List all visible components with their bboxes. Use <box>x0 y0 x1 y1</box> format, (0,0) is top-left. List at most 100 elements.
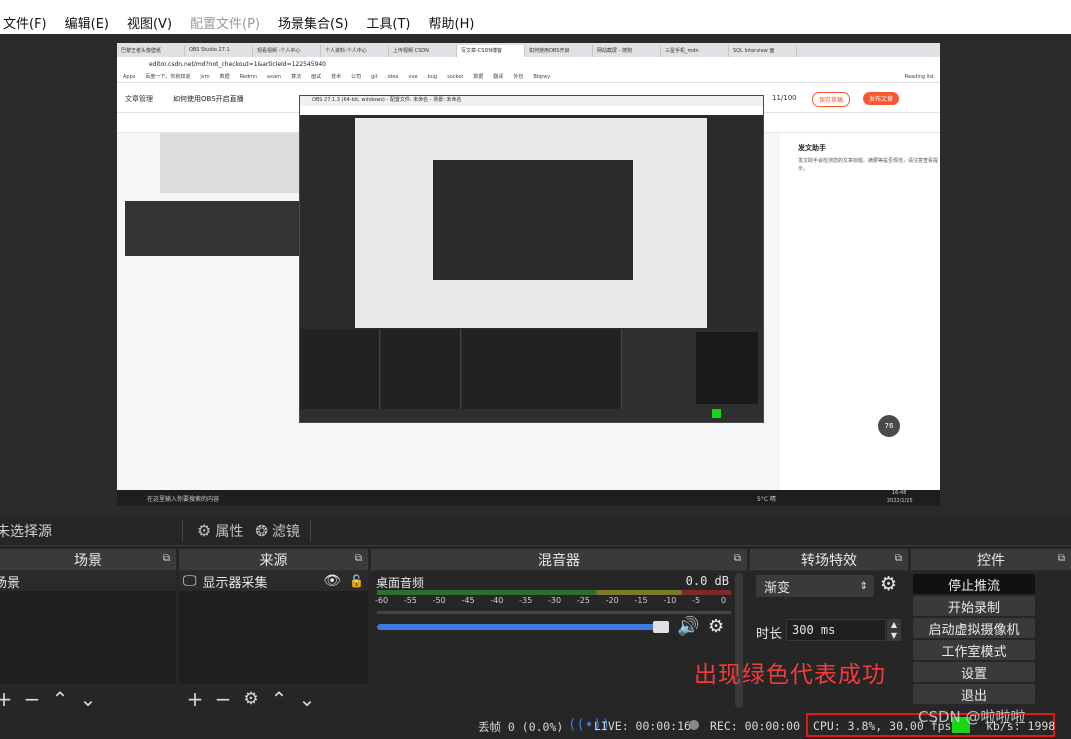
virtual-camera-button[interactable]: 启动虚拟摄像机 <box>913 618 1035 638</box>
browser-tab: 上传视频 CSDN <box>389 45 457 57</box>
move-down-icon[interactable]: ⌄ <box>78 687 98 711</box>
nested-stream-indicator <box>712 409 721 418</box>
browser-tab: OBS Studio 27.1 <box>185 45 253 57</box>
meter-tick-label: -50 <box>432 596 446 605</box>
scene-item[interactable]: 场景 <box>0 571 176 591</box>
menu-view[interactable]: 视图(V) <box>118 13 181 32</box>
remove-scene-button[interactable]: − <box>22 687 42 711</box>
select-arrows-icon: ⇕ <box>859 580 868 592</box>
move-up-icon[interactable]: ⌃ <box>50 687 70 711</box>
menu-scene-collection[interactable]: 场景集合(S) <box>269 13 357 32</box>
bookmark: 翻译 <box>493 74 504 80</box>
scenes-dock: 场景 ⧉ 场景 + − ⌃ ⌄ <box>0 549 176 714</box>
rec-time: REC: 00:00:00 <box>710 719 801 733</box>
taskbar-time: 16:48 <box>892 490 907 496</box>
browser-tab-active: 写文章-CSDN博客 <box>457 45 525 57</box>
browser-tab: 网站截屏 - 搜狗 <box>593 45 661 57</box>
browser-tab: 个人资料-个人中心 <box>321 45 389 57</box>
browser-tab: 观看视频 -个人中心 <box>253 45 321 57</box>
bookmark: socket <box>447 73 464 80</box>
bookmark: 数据 <box>219 74 230 80</box>
duration-input[interactable]: 300 ms <box>786 619 886 641</box>
volume-slider-handle[interactable] <box>653 621 669 633</box>
windows-taskbar: 在这里输入你要搜索的内容 5°C 晴 16:48 2022/1/25 <box>117 490 940 506</box>
source-item[interactable]: 🖵 显示器采集 👁 🔓 <box>179 571 368 591</box>
filters-button[interactable]: ❂ 滤镜 <box>249 518 306 544</box>
float-dock-icon[interactable]: ⧉ <box>1058 553 1065 564</box>
duration-label: 时长 <box>756 627 783 642</box>
volume-slider-track[interactable] <box>377 624 667 630</box>
meter-tick-label: -45 <box>461 596 475 605</box>
save-draft-button: 保存草稿 <box>812 92 851 107</box>
mixer-dock-header: 混音器 ⧉ <box>371 549 747 571</box>
nested-screenshot <box>160 133 300 193</box>
menu-file[interactable]: 文件(F) <box>0 13 56 32</box>
mixer-body: 桌面音频 0.0 dB -60 -55 -50 -45 -40 -35 -30 -25 -20-… <box>371 571 747 714</box>
float-dock-icon[interactable]: ⧉ <box>895 553 902 564</box>
track-name: 桌面音频 <box>376 576 425 590</box>
meter-ticks: -60 -55 -50 -45 -40 -35 -30 -25 -20 -15 -10 -5 0 <box>371 596 741 608</box>
rec-dot-icon <box>689 720 699 730</box>
taskbar-search: 在这里输入你要搜索的内容 <box>147 496 220 503</box>
add-source-button[interactable]: + <box>185 687 205 711</box>
menu-bar: 文件(F) 编辑(E) 视图(V) 配置文件(P) 场景集合(S) 工具(T) … <box>0 10 1071 34</box>
menu-tools[interactable]: 工具(T) <box>357 13 419 32</box>
duration-stepper[interactable]: ▲ ▼ <box>887 619 901 641</box>
meter-tick-label: -15 <box>634 596 648 605</box>
bookmark: 面试 <box>311 74 322 80</box>
settings-button[interactable]: 设置 <box>913 662 1035 682</box>
browser-address-bar: editor.csdn.net/md?not_checkout=1&articl… <box>117 57 940 71</box>
properties-button[interactable]: ⚙ 属性 <box>191 518 249 544</box>
sources-dock: 来源 ⧉ 🖵 显示器采集 👁 🔓 + − ⚙ ⌃ ⌄ <box>179 549 368 714</box>
menu-edit[interactable]: 编辑(E) <box>56 13 118 32</box>
nested-obs-docks <box>300 329 763 421</box>
move-up-icon[interactable]: ⌃ <box>269 687 289 711</box>
publish-button: 发布文章 <box>863 92 900 105</box>
start-recording-button[interactable]: 开始录制 <box>913 596 1035 616</box>
browser-tab: 如何使用OBS开启 <box>525 45 593 57</box>
word-count: 11/100 <box>772 94 797 102</box>
studio-mode-button[interactable]: 工作室模式 <box>913 640 1035 660</box>
nested-controls-dock <box>696 332 758 404</box>
move-down-icon[interactable]: ⌄ <box>297 687 317 711</box>
speaker-icon[interactable]: 🔊 <box>677 616 699 637</box>
browser-bookmarks: Apps 百度一下，你就知道 jvm 数据 Redmn exam 算法 面试 技… <box>117 71 940 83</box>
watermark: CSDN @啦啦啦 <box>918 708 1026 726</box>
add-scene-button[interactable]: + <box>0 687 14 711</box>
mixer-dock: 混音器 ⧉ 桌面音频 0.0 dB -60 -55 -50 -45 -40 -35 -30-… <box>371 549 747 714</box>
transitions-body: 渐变 ⇕ ⚙ 时长 300 ms ▲ ▼ <box>750 571 908 714</box>
meter-bottom <box>377 611 731 614</box>
bookmark: Bbpwy <box>533 73 551 80</box>
meter-tick-label: -5 <box>692 596 701 605</box>
bookmark: 算法 <box>291 74 302 80</box>
nested-sources-dock <box>381 329 461 409</box>
volume-meter <box>377 590 731 595</box>
speed-badge: 76 <box>878 415 900 437</box>
properties-label: 属性 <box>215 523 244 540</box>
menu-help[interactable]: 帮助(H) <box>420 13 484 32</box>
controls-title: 控件 <box>977 552 1005 569</box>
float-dock-icon[interactable]: ⧉ <box>355 553 362 564</box>
taskbar-weather: 5°C 晴 <box>757 496 776 503</box>
scenes-list: 场景 <box>0 571 176 684</box>
nested-obs-inner <box>433 160 633 280</box>
controls-dock-header: 控件 ⧉ <box>911 549 1071 571</box>
mixer-gear-icon[interactable]: ⚙ <box>708 616 724 637</box>
stop-streaming-button[interactable]: 停止推流 <box>913 574 1035 594</box>
float-dock-icon[interactable]: ⧉ <box>163 553 170 564</box>
transition-type: 渐变 <box>764 580 791 596</box>
publish-assistant-panel: 发文助手 发文助手会检测您的文章标题、摘要等是否规范，请注意查看提示。 76 <box>780 133 940 493</box>
transition-select[interactable]: 渐变 ⇕ <box>756 575 874 597</box>
menu-profile: 配置文件(P) <box>190 16 261 32</box>
preview-canvas[interactable]: 巴黎王者头像壁纸 OBS Studio 27.1 观看视频 -个人中心 个人资料… <box>117 43 940 506</box>
source-settings-gear-icon[interactable]: ⚙ <box>241 687 261 711</box>
exit-button[interactable]: 退出 <box>913 684 1035 704</box>
float-dock-icon[interactable]: ⧉ <box>734 553 741 564</box>
visibility-eye-icon[interactable]: 👁 <box>323 573 341 589</box>
transition-gear-icon[interactable]: ⚙ <box>880 573 897 595</box>
nested-obs-title: OBS 27.1.3 (64-bit, windows) - 配置文件: 未命名… <box>300 96 763 106</box>
meter-tick-label: -55 <box>403 596 417 605</box>
lock-icon[interactable]: 🔓 <box>349 574 364 588</box>
remove-source-button[interactable]: − <box>213 687 233 711</box>
transitions-dock: 转场特效 ⧉ 渐变 ⇕ ⚙ 时长 300 ms ▲ ▼ <box>750 549 908 714</box>
